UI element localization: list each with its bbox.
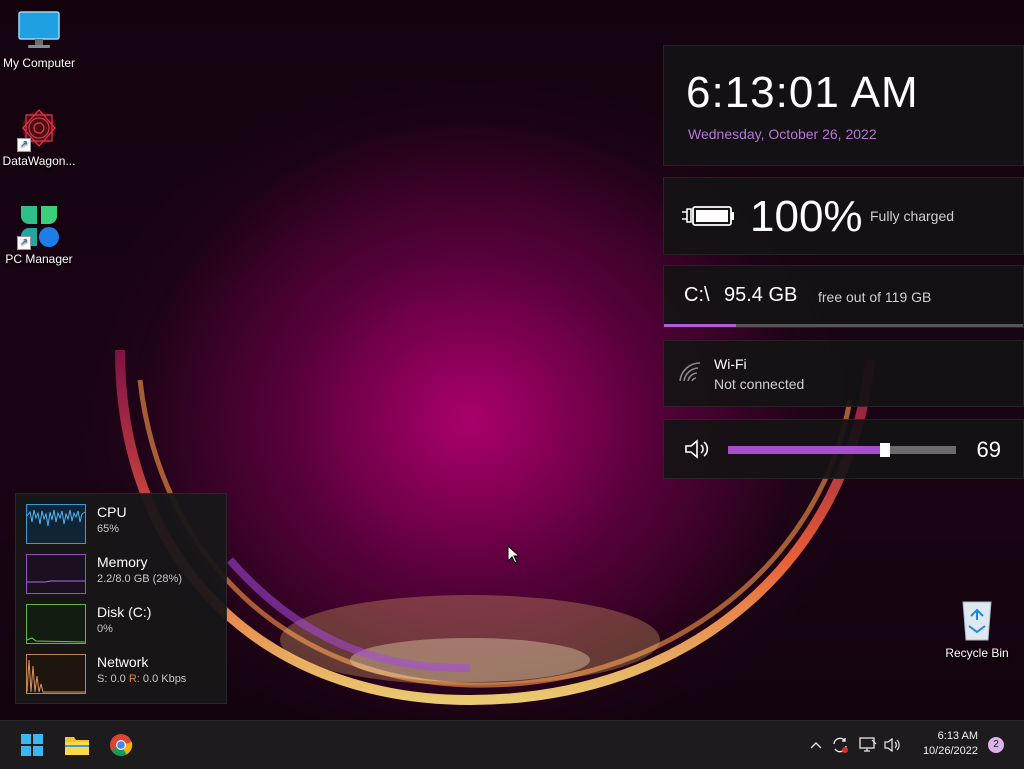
sync-icon[interactable] — [830, 735, 850, 755]
start-button[interactable] — [16, 729, 48, 761]
perf-row-memory[interactable]: Memory 2.2/8.0 GB (28%) — [26, 554, 221, 596]
perf-label: Disk (C:) — [97, 604, 152, 620]
file-explorer-icon — [65, 737, 89, 755]
pc-manager-logo-icon: ↗ — [17, 204, 61, 250]
clock-widget: 6:13:01 AM Wednesday, October 26, 2022 — [663, 45, 1024, 166]
network-send-label: S: — [97, 673, 108, 685]
volume-slider-fill — [728, 446, 886, 454]
wifi-widget[interactable]: Wi-Fi Not connected — [663, 340, 1024, 407]
perf-label: CPU — [97, 504, 127, 520]
perf-label: Network — [97, 654, 149, 670]
perf-label: Memory — [97, 554, 148, 570]
desktop-icon-label: DataWagon... — [2, 154, 76, 168]
disk-graph — [26, 604, 86, 644]
wifi-icon — [678, 361, 702, 388]
desktop-icon-label: Recycle Bin — [945, 646, 1009, 660]
network-send-value: 0.0 — [110, 673, 126, 685]
performance-monitor-widget: CPU 65% Memory 2.2/8.0 GB (28%) Disk (C:… — [15, 493, 227, 704]
clock-time: 6:13:01 AM — [686, 68, 919, 117]
mouse-cursor-icon — [507, 545, 521, 564]
perf-row-cpu[interactable]: CPU 65% — [26, 504, 221, 546]
taskbar-clock[interactable]: 6:13 AM 10/26/2022 — [923, 729, 978, 759]
desktop-icon-label: PC Manager — [5, 252, 73, 266]
disk-drive-letter: C:\ — [684, 284, 710, 306]
battery-widget: 100% Fully charged — [663, 177, 1024, 255]
perf-value: 2.2/8.0 GB (28%) — [97, 573, 182, 585]
taskbar: 6:13 AM 10/26/2022 2 — [0, 720, 1024, 769]
battery-status: Fully charged — [870, 208, 955, 224]
chrome-icon — [110, 734, 133, 756]
wifi-status: Not connected — [714, 376, 805, 392]
disk-usage-fill — [664, 324, 736, 327]
disk-usage-bar — [664, 324, 1023, 327]
desktop-icon-my-computer[interactable]: My Computer — [0, 8, 78, 70]
volume-icon[interactable] — [883, 735, 903, 755]
volume-slider-thumb[interactable] — [880, 443, 891, 457]
monitor-icon — [17, 8, 61, 52]
desktop-icon-recycle-bin[interactable]: Recycle Bin — [938, 598, 1016, 660]
perf-value: 0% — [97, 623, 113, 635]
datawagon-logo-icon: ↗ — [17, 106, 61, 152]
taskbar-date: 10/26/2022 — [922, 745, 978, 757]
shortcut-arrow-icon: ↗ — [17, 138, 31, 152]
notification-badge[interactable]: 2 — [988, 737, 1004, 753]
disk-total-label: free out of 119 GB — [818, 289, 932, 305]
speaker-icon[interactable] — [684, 438, 712, 465]
battery-percent: 100% — [750, 192, 863, 241]
perf-row-network[interactable]: Network S: 0.0 R: 0.0 Kbps — [26, 654, 221, 696]
start-icon — [21, 734, 43, 756]
volume-widget: 69 — [663, 419, 1024, 479]
volume-value: 69 — [976, 437, 1001, 462]
cpu-graph — [26, 504, 86, 544]
wifi-name: Wi-Fi — [714, 356, 747, 372]
desktop-icon-label: My Computer — [2, 56, 76, 70]
network-recv-label: R: — [128, 673, 140, 685]
memory-graph — [26, 554, 86, 594]
file-explorer-button[interactable] — [61, 729, 93, 761]
disk-widget: C:\ 95.4 GB free out of 119 GB — [663, 265, 1024, 328]
perf-value: S: 0.0 R: 0.0 Kbps — [97, 673, 186, 685]
network-icon[interactable] — [858, 735, 878, 755]
battery-charging-icon — [680, 202, 736, 235]
recycle-bin-icon — [955, 598, 999, 642]
clock-date: Wednesday, October 26, 2022 — [688, 126, 877, 142]
chrome-button[interactable] — [105, 729, 137, 761]
network-graph — [26, 654, 86, 694]
network-recv-value: 0.0 Kbps — [142, 673, 187, 685]
volume-slider[interactable] — [728, 443, 956, 457]
perf-row-disk[interactable]: Disk (C:) 0% — [26, 604, 221, 646]
disk-free-space: 95.4 GB — [724, 284, 798, 306]
shortcut-arrow-icon: ↗ — [17, 236, 31, 250]
chevron-up-icon[interactable] — [806, 735, 826, 755]
desktop-icon-datawagon[interactable]: ↗ DataWagon... — [0, 106, 78, 168]
desktop-icon-pc-manager[interactable]: ↗ PC Manager — [0, 204, 78, 266]
taskbar-time: 6:13 AM — [937, 730, 978, 742]
perf-value: 65% — [97, 523, 120, 535]
